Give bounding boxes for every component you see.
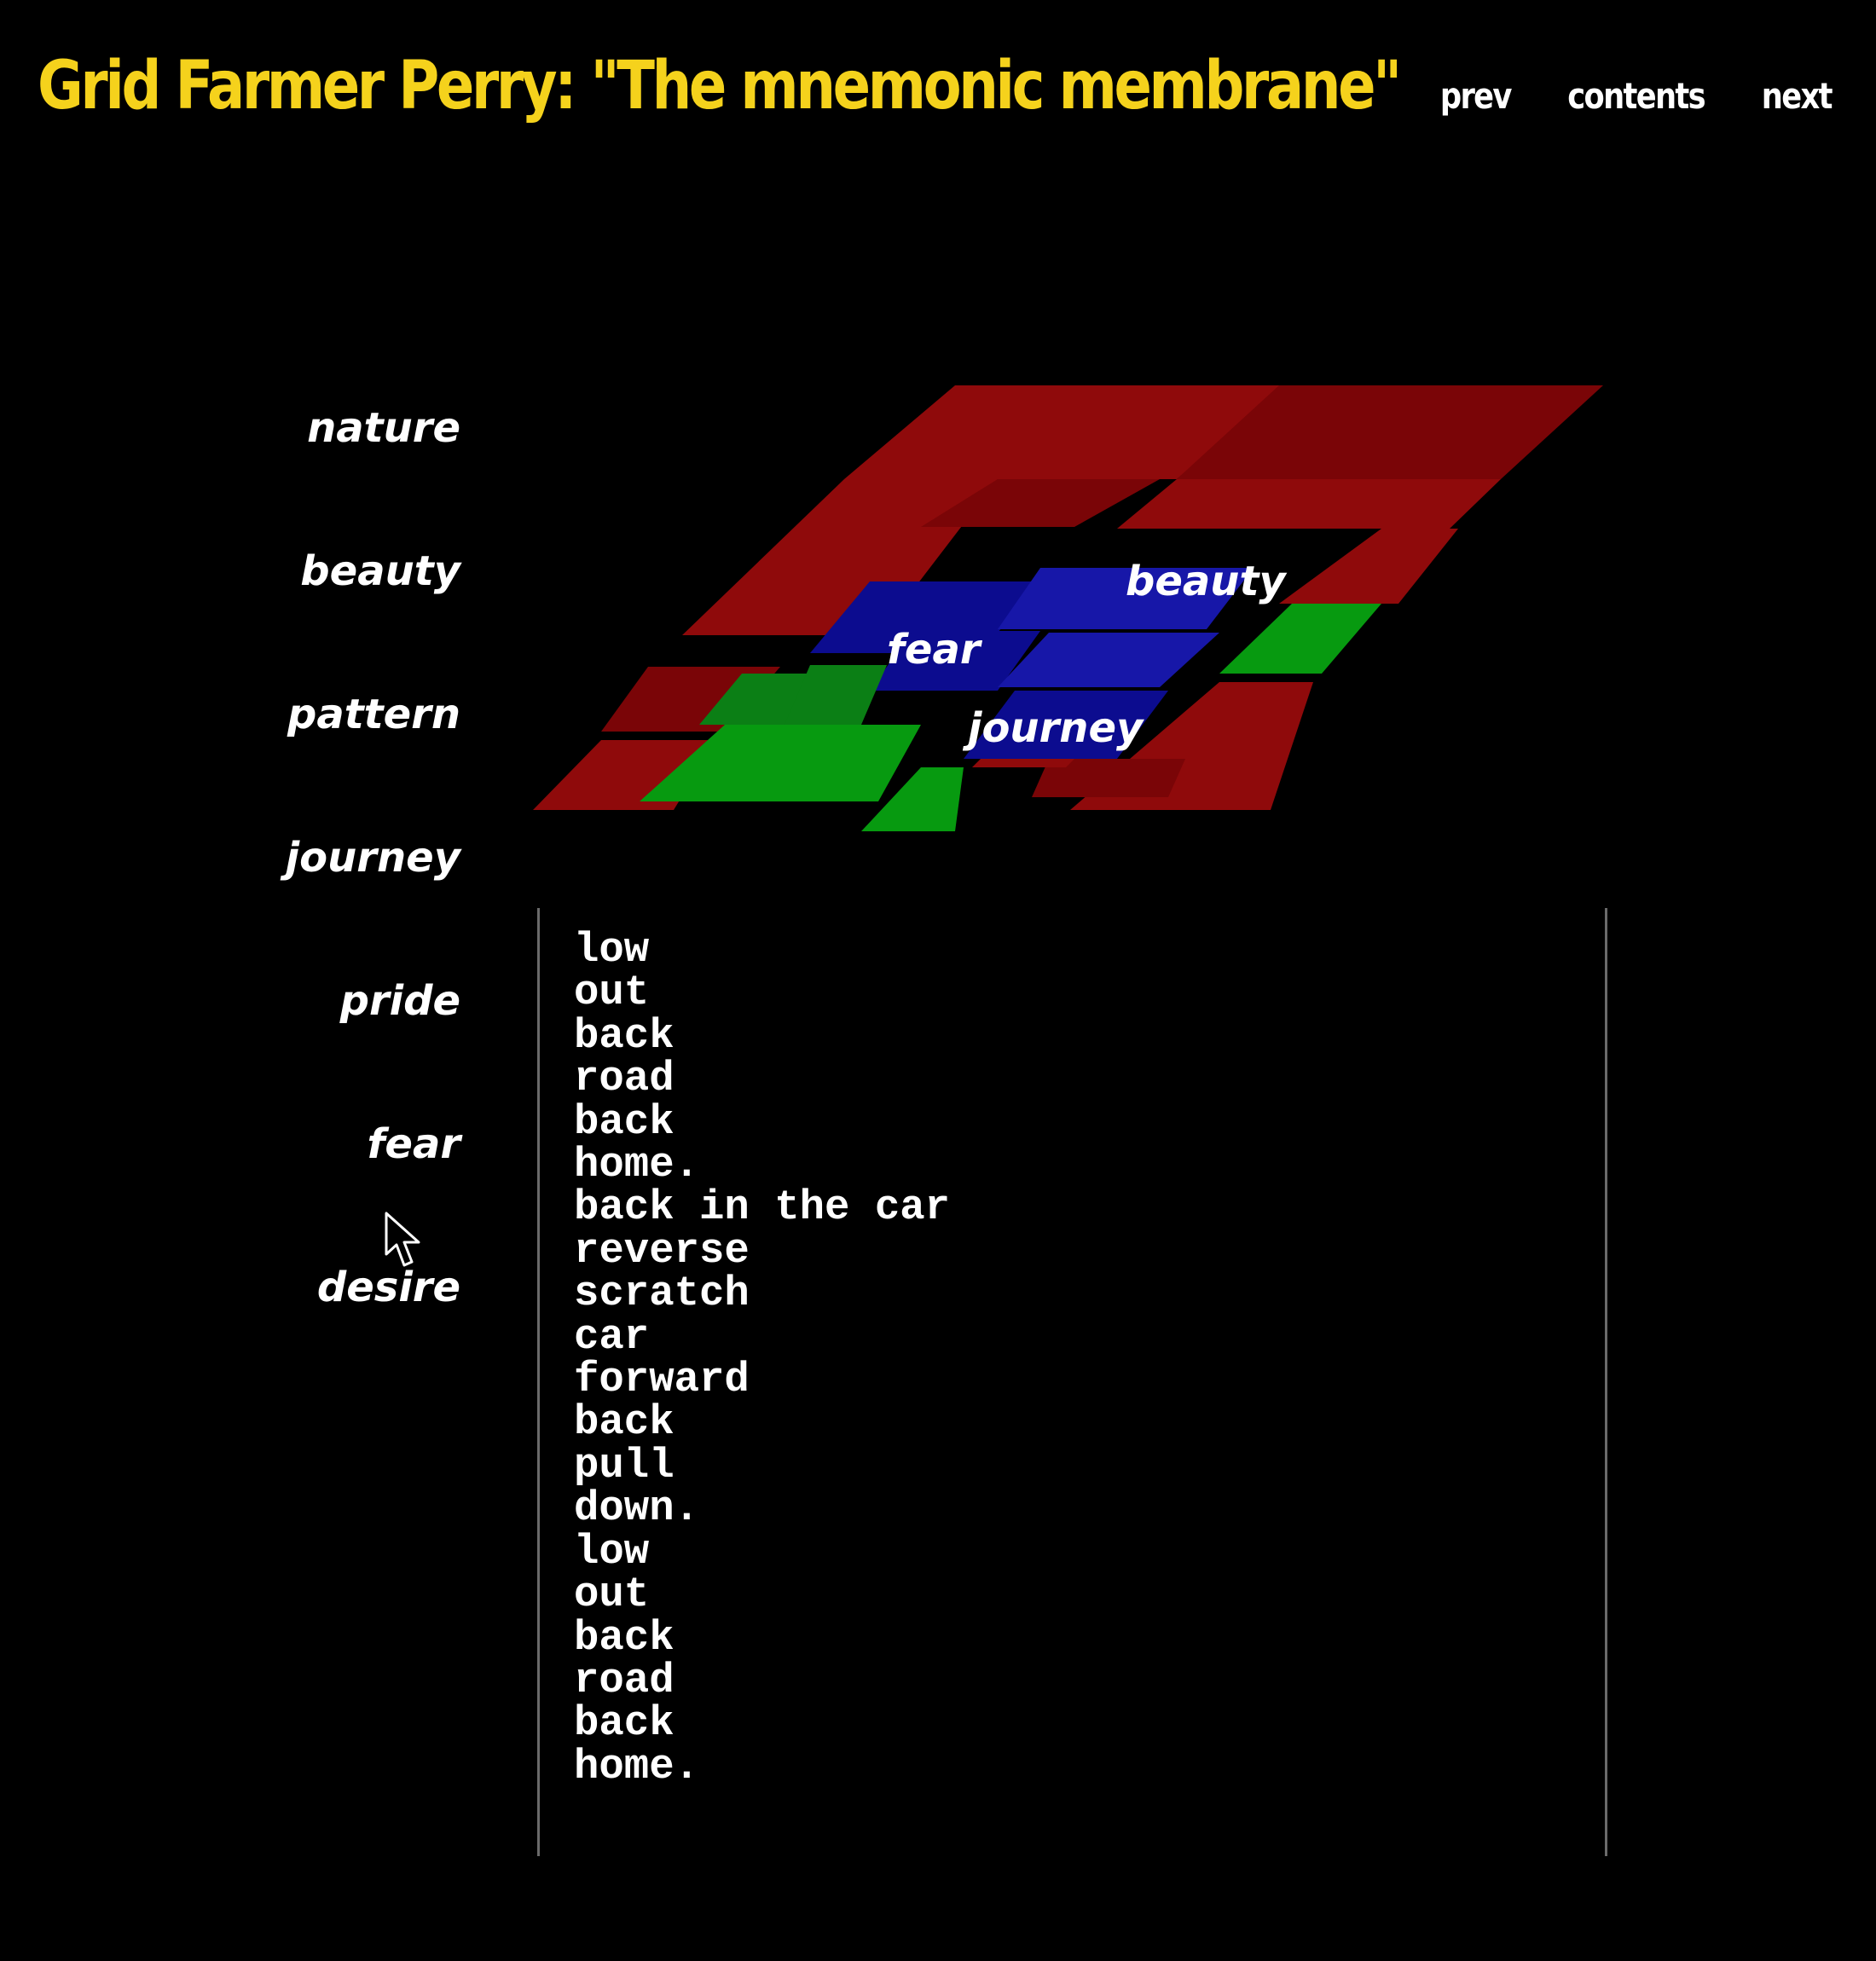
poem-line: home.	[574, 1742, 700, 1790]
poem-line: reverse	[574, 1226, 750, 1275]
category-label: fear	[367, 1120, 461, 1168]
poem-line: out	[574, 969, 650, 1017]
poem-line: back	[574, 1011, 675, 1060]
category-list: nature beauty pattern journey pride fear…	[247, 401, 460, 1403]
poem-line: road	[574, 1055, 675, 1103]
membrane-tile-red[interactable]	[1279, 529, 1458, 604]
poem-line: road	[574, 1656, 675, 1704]
poem-line: out	[574, 1571, 650, 1619]
poem-line: forward	[574, 1356, 750, 1404]
category-fear[interactable]: fear	[247, 1117, 461, 1260]
category-pattern[interactable]: pattern	[247, 687, 460, 830]
membrane-label-fear[interactable]: fear	[887, 626, 983, 674]
poem-line: back in the car	[574, 1183, 951, 1232]
next-link[interactable]: next	[1762, 75, 1833, 117]
membrane-label-beauty[interactable]: beauty	[1126, 558, 1287, 605]
poem-line: car	[574, 1312, 650, 1361]
poem-line: down.	[574, 1484, 700, 1533]
category-beauty[interactable]: beauty	[247, 544, 460, 687]
category-label: beauty	[300, 547, 460, 595]
membrane-tile-green[interactable]	[1219, 604, 1381, 674]
category-label: pride	[339, 977, 460, 1025]
mouse-pointer-icon	[385, 1212, 420, 1267]
contents-link[interactable]: contents	[1568, 75, 1706, 117]
poem-line: home.	[574, 1141, 700, 1189]
poem-line: back	[574, 1097, 675, 1146]
poem-line: scratch	[574, 1270, 750, 1318]
mnemonic-membrane-grid[interactable]: beauty fear journey	[520, 367, 1612, 844]
poem-line: back	[574, 1613, 675, 1662]
poem-line: low	[574, 926, 650, 974]
poem-lines: low out back road back home. back in the…	[574, 926, 1605, 1790]
category-label: nature	[307, 404, 460, 452]
category-journey[interactable]: journey	[247, 830, 460, 974]
poem-line: low	[574, 1527, 650, 1576]
category-nature[interactable]: nature	[247, 401, 460, 544]
poem-panel: low out back road back home. back in the…	[537, 908, 1607, 1856]
category-label: journey	[285, 834, 460, 882]
page-title: Grid Farmer Perry: "The mnemonic membran…	[38, 48, 1402, 124]
prev-link[interactable]: prev	[1439, 75, 1512, 117]
membrane-tiles	[533, 385, 1603, 831]
poem-line: back	[574, 1699, 675, 1748]
category-pride[interactable]: pride	[247, 974, 460, 1117]
category-label: pattern	[287, 691, 460, 738]
top-navigation: prev contents next	[1433, 75, 1838, 117]
membrane-label-journey[interactable]: journey	[962, 704, 1144, 752]
poem-line: back	[574, 1398, 675, 1447]
membrane-tile-red[interactable]	[1117, 479, 1501, 529]
category-desire[interactable]: desire	[247, 1260, 460, 1403]
poem-line: pull	[574, 1441, 675, 1490]
